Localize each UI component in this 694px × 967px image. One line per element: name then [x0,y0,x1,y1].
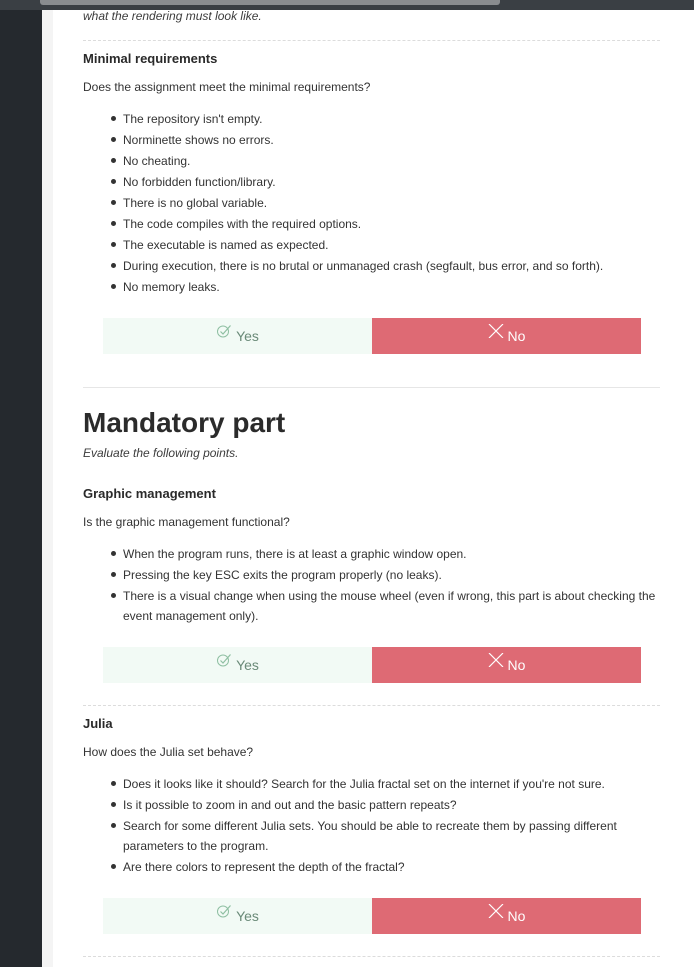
evaluation-panel: what the rendering must look like. Minim… [53,0,694,967]
bullet-icon [111,137,116,142]
cross-icon [488,903,504,921]
checklist-item: The executable is named as expected. [83,235,660,255]
divider [83,40,660,41]
bullet-icon [111,116,116,121]
checklist-item: There is a visual change when using the … [83,586,660,626]
bullet-icon [111,864,116,869]
question-description-julia: How does the Julia set behave? [83,745,254,759]
question-description-minimal: Does the assignment meet the minimal req… [83,80,371,94]
cross-icon [488,652,504,670]
checklist-item: Norminette shows no errors. [83,130,660,150]
bullet-icon [111,200,116,205]
cross-icon [488,323,504,341]
yes-label: Yes [236,908,259,924]
section-divider [83,387,660,388]
yes-button[interactable]: Yes [103,898,372,934]
bullet-icon [111,263,116,268]
no-label: No [507,657,526,673]
no-button[interactable]: No [372,318,641,354]
bullet-icon [111,781,116,786]
checklist-item: During execution, there is no brutal or … [83,256,660,276]
no-label: No [507,328,526,344]
checklist-item: The code compiles with the required opti… [83,214,660,234]
checklist-graphic: When the program runs, there is at least… [83,544,660,627]
intro-note: what the rendering must look like. [83,9,262,23]
divider [83,956,660,957]
bullet-icon [111,284,116,289]
answer-buttons-graphic: Yes No [103,647,641,683]
checklist-item: Are there colors to represent the depth … [83,857,660,877]
yes-label: Yes [236,328,259,344]
bullet-icon [111,593,116,598]
yes-button[interactable]: Yes [103,647,372,683]
answer-buttons-minimal: Yes No [103,318,641,354]
checklist-julia: Does it looks like it should? Search for… [83,774,660,878]
check-icon [216,904,232,921]
horizontal-scrollbar-thumb[interactable] [40,0,500,5]
question-description-graphic: Is the graphic management functional? [83,515,290,529]
checklist-item: Is it possible to zoom in and out and th… [83,795,660,815]
checklist-item: Does it looks like it should? Search for… [83,774,660,794]
no-button[interactable]: No [372,898,641,934]
bullet-icon [111,551,116,556]
bullet-icon [111,802,116,807]
bullet-icon [111,242,116,247]
checklist-item: Search for some different Julia sets. Yo… [83,816,660,856]
section-title-mandatory: Mandatory part [83,407,286,438]
checklist-item: The repository isn't empty. [83,109,660,129]
checklist-item: No memory leaks. [83,277,660,297]
yes-button[interactable]: Yes [103,318,372,354]
bullet-icon [111,221,116,226]
checklist-item: No forbidden function/library. [83,172,660,192]
yes-label: Yes [236,657,259,673]
no-button[interactable]: No [372,647,641,683]
bullet-icon [111,179,116,184]
question-title-julia: Julia [83,716,113,731]
bullet-icon [111,572,116,577]
bullet-icon [111,158,116,163]
no-label: No [507,908,526,924]
check-icon [216,653,232,670]
question-title-graphic: Graphic management [83,486,216,501]
check-icon [216,324,232,341]
checklist-item: There is no global variable. [83,193,660,213]
sidebar [0,0,42,967]
section-subtitle-mandatory: Evaluate the following points. [83,446,239,460]
checklist-item: When the program runs, there is at least… [83,544,660,564]
question-title-minimal: Minimal requirements [83,51,218,66]
checklist-item: Pressing the key ESC exits the program p… [83,565,660,585]
browser-top-bar [0,0,694,10]
checklist-minimal: The repository isn't empty. Norminette s… [83,109,660,298]
answer-buttons-julia: Yes No [103,898,641,934]
divider [83,705,660,706]
bullet-icon [111,823,116,828]
checklist-item: No cheating. [83,151,660,171]
